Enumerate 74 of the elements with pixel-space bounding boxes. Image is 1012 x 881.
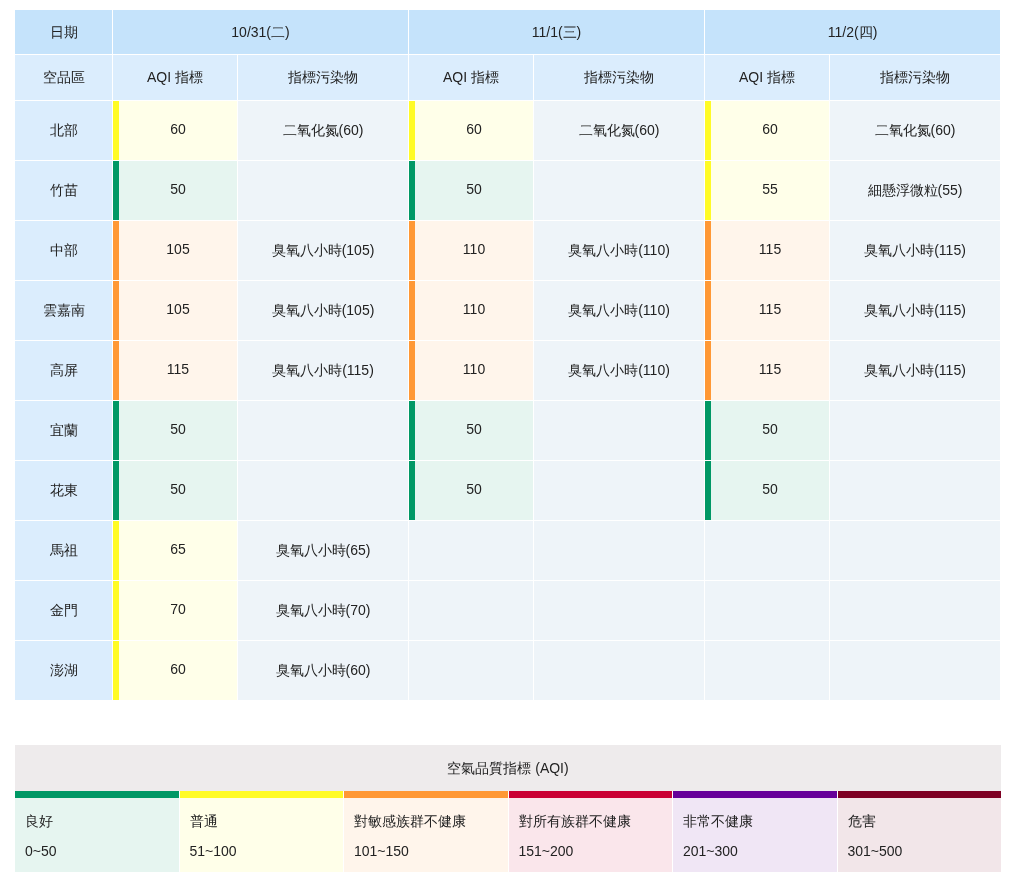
aqi-cell: 115 [711, 221, 830, 280]
pollutant-cell: 臭氧八小時(110) [534, 221, 706, 281]
aqi-cell: 50 [415, 161, 533, 220]
column-header: 指標污染物 [238, 55, 409, 101]
aqi-cell: 110 [415, 281, 533, 340]
pollutant-cell: 臭氧八小時(65) [238, 521, 409, 581]
column-header: AQI 指標 [409, 55, 534, 101]
aqi-cell: 50 [711, 461, 830, 520]
aqi-cell: 50 [415, 401, 533, 460]
column-header: 空品區 [15, 55, 113, 101]
legend-level-label: 對所有族群不健康 [517, 812, 632, 831]
pollutant-cell: 臭氧八小時(115) [238, 341, 409, 401]
pollutant-cell: 二氧化氮(60) [238, 101, 409, 161]
legend-level-range: 301~500 [846, 842, 904, 861]
column-header: AQI 指標 [113, 55, 238, 101]
aqi-cell: 50 [711, 401, 830, 460]
pollutant-cell: 臭氧八小時(115) [830, 221, 1002, 281]
region-cell: 中部 [15, 221, 113, 281]
aqi-cell: 105 [119, 281, 237, 340]
legend-level-range: 151~200 [517, 842, 575, 861]
aqi-cell: 50 [119, 401, 237, 460]
column-header: AQI 指標 [705, 55, 831, 101]
pollutant-cell: 臭氧八小時(60) [238, 641, 409, 701]
pollutant-cell: 臭氧八小時(110) [534, 281, 706, 341]
aqi-cell: 55 [711, 161, 830, 220]
aqi-cell: 60 [415, 101, 533, 160]
legend-level-label: 普通 [188, 812, 219, 831]
legend-level-label: 良好 [24, 812, 54, 831]
aqi-cell: 50 [119, 161, 237, 220]
pollutant-cell: 臭氧八小時(110) [534, 341, 706, 401]
legend-level-label: 對敏感族群不健康 [353, 812, 467, 831]
pollutant-cell: 臭氧八小時(70) [238, 581, 409, 641]
legend-level-range: 201~300 [682, 842, 739, 861]
legend-level-range: 51~100 [188, 842, 238, 861]
aqi-cell: 60 [711, 101, 830, 160]
date-header: 10/31(二) [113, 10, 409, 55]
aqi-cell: 115 [711, 341, 830, 400]
region-cell: 竹苗 [15, 161, 113, 221]
aqi-cell: 70 [119, 581, 237, 640]
legend-level-label: 危害 [846, 812, 877, 831]
legend-title: 空氣品質指標 (AQI) [446, 758, 570, 778]
date-header: 11/1(三) [409, 10, 706, 55]
aqi-cell: 50 [119, 461, 237, 520]
region-cell: 花東 [15, 461, 113, 521]
region-cell: 金門 [15, 581, 113, 641]
pollutant-cell: 臭氧八小時(105) [238, 281, 409, 341]
aqi-cell: 105 [119, 221, 237, 280]
region-cell: 澎湖 [15, 641, 113, 701]
region-cell: 宜蘭 [15, 401, 113, 461]
pollutant-cell: 二氧化氮(60) [830, 101, 1002, 161]
aqi-cell: 115 [711, 281, 830, 340]
column-header: 日期 [15, 10, 113, 55]
region-cell: 雲嘉南 [15, 281, 113, 341]
pollutant-cell: 細懸浮微粒(55) [830, 161, 1002, 221]
aqi-cell: 60 [119, 641, 237, 700]
aqi-cell: 60 [119, 101, 237, 160]
legend-level-range: 0~50 [24, 842, 58, 861]
aqi-cell: 50 [415, 461, 533, 520]
pollutant-cell: 臭氧八小時(105) [238, 221, 409, 281]
pollutant-cell: 臭氧八小時(115) [830, 341, 1002, 401]
date-header: 11/2(四) [705, 10, 1002, 55]
aqi-cell: 115 [119, 341, 237, 400]
column-header: 指標污染物 [534, 55, 706, 101]
aqi-cell: 110 [415, 221, 533, 280]
region-cell: 高屏 [15, 341, 113, 401]
legend-level-range: 101~150 [353, 842, 410, 861]
legend-level-label: 非常不健康 [682, 812, 754, 831]
region-cell: 馬祖 [15, 521, 113, 581]
aqi-cell: 65 [119, 521, 237, 580]
aqi-cell: 110 [415, 341, 533, 400]
region-cell: 北部 [15, 101, 113, 161]
column-header: 指標污染物 [830, 55, 1002, 101]
pollutant-cell: 二氧化氮(60) [534, 101, 706, 161]
pollutant-cell: 臭氧八小時(115) [830, 281, 1002, 341]
